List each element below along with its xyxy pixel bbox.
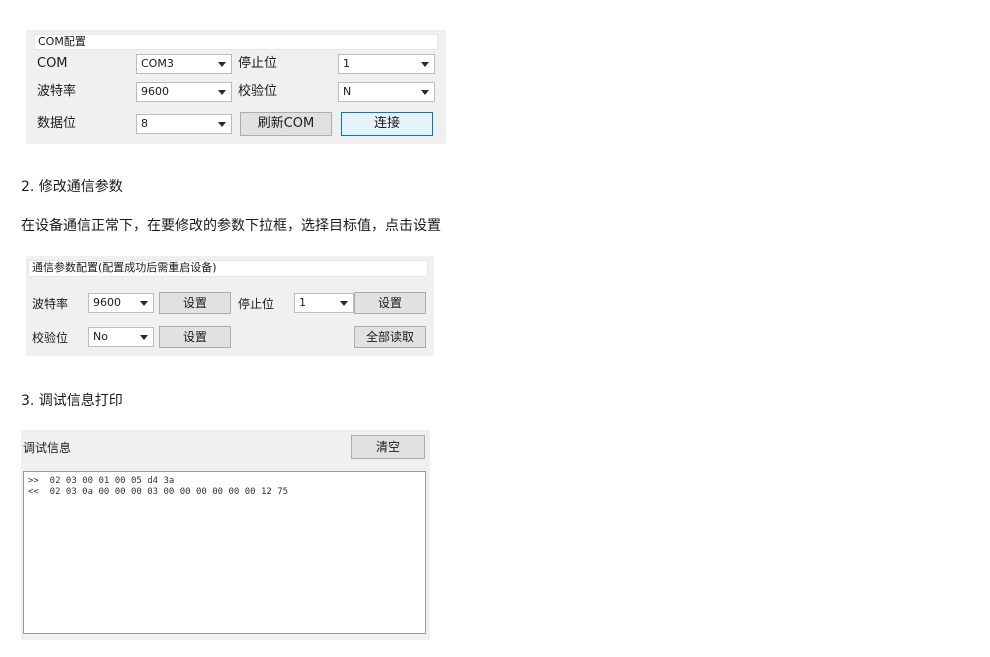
param-baud-select[interactable]: 9600 [88, 293, 154, 313]
log-line: << 02 03 0a 00 00 00 03 00 00 00 00 00 0… [28, 487, 289, 497]
com-config-title: COM配置 [34, 34, 438, 50]
baud-rate-select[interactable]: 9600 [136, 82, 232, 102]
param-baud-value: 9600 [93, 296, 121, 309]
baud-rate-value: 9600 [141, 85, 169, 98]
com-port-value: COM3 [141, 57, 174, 70]
data-bits-value: 8 [141, 117, 148, 130]
comm-param-title: 通信参数配置(配置成功后需重启设备) [28, 260, 428, 277]
refresh-com-button[interactable]: 刷新COM [240, 112, 332, 136]
param-stop-label: 停止位 [238, 297, 275, 311]
chevron-down-icon [218, 62, 226, 67]
chevron-down-icon [340, 301, 348, 306]
param-parity-select[interactable]: No [88, 327, 154, 347]
set-baud-button[interactable]: 设置 [159, 292, 231, 314]
connect-button[interactable]: 连接 [341, 112, 433, 136]
clear-button[interactable]: 清空 [351, 435, 425, 459]
parity-value: N [343, 85, 352, 98]
section-2-heading: 2. 修改通信参数 [21, 179, 123, 195]
set-parity-button[interactable]: 设置 [159, 326, 231, 348]
log-line: >> 02 03 00 01 00 05 d4 3a [28, 476, 175, 486]
debug-title: 调试信息 [23, 441, 72, 455]
set-stop-button[interactable]: 设置 [354, 292, 426, 314]
section-2-description: 在设备通信正常下，在要修改的参数下拉框，选择目标值，点击设置 [21, 218, 441, 234]
stop-bits-label: 停止位 [238, 56, 278, 71]
stop-bits-value: 1 [343, 57, 350, 70]
chevron-down-icon [421, 90, 429, 95]
chevron-down-icon [140, 301, 148, 306]
param-parity-label: 校验位 [32, 331, 69, 345]
data-bits-label: 数据位 [37, 116, 77, 131]
parity-label: 校验位 [238, 84, 278, 99]
com-port-select[interactable]: COM3 [136, 54, 232, 74]
param-stop-value: 1 [299, 296, 306, 309]
param-parity-value: No [93, 330, 108, 343]
chevron-down-icon [218, 90, 226, 95]
parity-select[interactable]: N [338, 82, 435, 102]
debug-panel: 调试信息 清空 >> 02 03 00 01 00 05 d4 3a << 02… [21, 430, 430, 640]
comm-param-panel: 通信参数配置(配置成功后需重启设备) 波特率 9600 设置 停止位 1 设置 … [26, 256, 434, 356]
com-config-panel: COM配置 COM COM3 停止位 1 波特率 9600 校验位 N 数据位 … [26, 30, 446, 144]
chevron-down-icon [218, 122, 226, 127]
section-3-heading: 3. 调试信息打印 [21, 393, 123, 409]
debug-log-textarea[interactable]: >> 02 03 00 01 00 05 d4 3a << 02 03 0a 0… [23, 471, 426, 634]
chevron-down-icon [421, 62, 429, 67]
baud-rate-label: 波特率 [37, 84, 77, 99]
param-stop-select[interactable]: 1 [294, 293, 354, 313]
read-all-button[interactable]: 全部读取 [354, 326, 426, 348]
stop-bits-select[interactable]: 1 [338, 54, 435, 74]
com-label: COM [37, 56, 68, 71]
param-baud-label: 波特率 [32, 297, 69, 311]
chevron-down-icon [140, 335, 148, 340]
data-bits-select[interactable]: 8 [136, 114, 232, 134]
